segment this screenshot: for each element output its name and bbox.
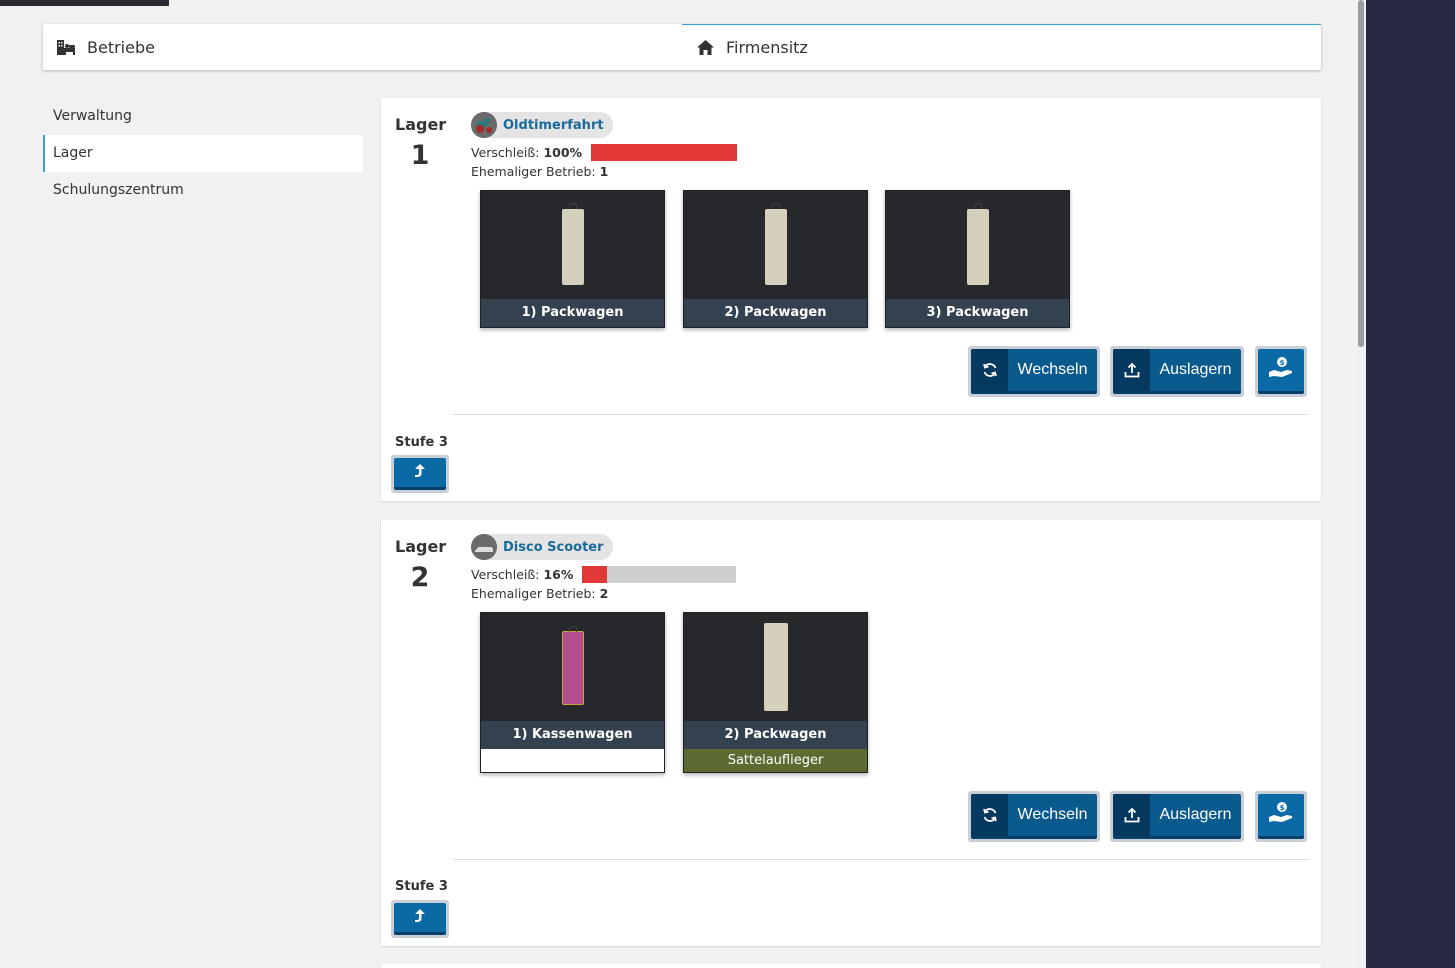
refresh-icon — [971, 349, 1008, 391]
lager-label: Lager — [395, 537, 447, 556]
wear-progress-bar — [582, 566, 737, 583]
unload-button-label: Auslagern — [1159, 361, 1232, 378]
business-badge[interactable]: Oldtimerfahrt — [471, 112, 613, 138]
vehicle-tile[interactable]: 1) Packwagen — [480, 190, 665, 328]
vehicle-image — [481, 613, 664, 721]
former-business-label: Ehemaliger Betrieb: — [471, 586, 596, 601]
tab-firmensitz[interactable]: Firmensitz — [682, 24, 1321, 70]
switch-button-label: Wechseln — [1017, 361, 1088, 378]
vehicle-label: 1) Kassenwagen — [481, 721, 664, 749]
wear-value: 16% — [543, 567, 574, 582]
business-name: Disco Scooter — [503, 539, 604, 555]
vehicle-image — [684, 613, 867, 721]
scrollbar-thumb[interactable] — [1358, 0, 1364, 347]
former-business-row: Ehemaliger Betrieb: 2 — [471, 586, 608, 601]
vehicle-image — [886, 191, 1069, 299]
former-business-label: Ehemaliger Betrieb: — [471, 164, 596, 179]
business-name: Oldtimerfahrt — [503, 117, 604, 133]
svg-text:$: $ — [1280, 804, 1285, 812]
trailer-icon — [764, 203, 787, 285]
vehicle-label: 2) Packwagen — [684, 299, 867, 327]
svg-text:$: $ — [1280, 359, 1285, 367]
unload-button-label: Auslagern — [1159, 806, 1232, 823]
building-bed-icon — [57, 39, 75, 55]
wear-label: Verschleiß: — [471, 145, 540, 160]
section-divider — [453, 414, 1308, 415]
wear-row: Verschleiß: 100% — [471, 144, 738, 161]
switch-button[interactable]: Wechseln — [968, 791, 1100, 842]
unload-button[interactable]: Auslagern — [1110, 791, 1244, 842]
lager-card: Lager 1 Oldtimerfahrt Verschleiß: 100% E… — [381, 98, 1321, 501]
sell-button[interactable]: $ — [1255, 346, 1307, 397]
arrow-up-icon — [414, 908, 426, 928]
vehicle-tile[interactable]: 2) Packwagen — [683, 190, 868, 328]
sidebar: Verwaltung Lager Schulungszentrum — [43, 98, 363, 209]
tab-label: Betriebe — [87, 37, 155, 57]
vehicle-extra — [481, 749, 664, 772]
level-label: Stufe 3 — [395, 879, 448, 894]
vehicle-tile[interactable]: 2) Packwagen Sattelauflieger — [683, 612, 868, 773]
wear-progress-bar — [591, 144, 738, 161]
vehicle-extra: Sattelauflieger — [684, 749, 867, 772]
top-dark-strip — [0, 0, 169, 6]
lager-card: Lager 2 Disco Scooter Verschleiß: 16% Eh… — [381, 520, 1321, 946]
wear-label: Verschleiß: — [471, 567, 540, 582]
level-label: Stufe 3 — [395, 435, 448, 450]
business-badge[interactable]: Disco Scooter — [471, 534, 613, 560]
vehicle-image — [684, 191, 867, 299]
upload-tray-icon — [1113, 349, 1150, 391]
tab-betriebe[interactable]: Betriebe — [43, 24, 682, 70]
section-divider — [453, 859, 1308, 860]
upload-tray-icon — [1113, 794, 1150, 836]
trailer-icon — [966, 203, 989, 285]
vehicle-tile[interactable]: 3) Packwagen — [885, 190, 1070, 328]
refresh-icon — [971, 794, 1008, 836]
lager-label: Lager — [395, 115, 447, 134]
lager-number: 2 — [410, 562, 430, 593]
lager-card-partial — [381, 964, 1321, 968]
wear-progress-fill — [591, 144, 738, 161]
former-business-value: 1 — [599, 164, 609, 179]
trailer-icon — [561, 626, 584, 705]
hand-coin-icon: $ — [1268, 356, 1294, 384]
unload-button[interactable]: Auslagern — [1110, 346, 1244, 397]
wear-row: Verschleiß: 16% — [471, 566, 737, 583]
upgrade-button[interactable] — [391, 455, 449, 493]
scooter-icon — [471, 534, 497, 560]
switch-button-label: Wechseln — [1017, 806, 1088, 823]
vehicle-label: 2) Packwagen — [684, 721, 867, 749]
vehicle-label: 1) Packwagen — [481, 299, 664, 327]
trailer-icon — [561, 203, 584, 285]
vehicle-label: 3) Packwagen — [886, 299, 1069, 327]
tab-label: Firmensitz — [726, 38, 808, 57]
vehicle-tile[interactable]: 1) Kassenwagen — [480, 612, 665, 773]
trailer-icon — [763, 623, 788, 711]
sidebar-item-schulungszentrum[interactable]: Schulungszentrum — [43, 172, 363, 209]
sidebar-item-verwaltung[interactable]: Verwaltung — [43, 98, 363, 135]
lager-number: 1 — [410, 140, 430, 171]
tractor-icon — [471, 112, 497, 138]
top-tabs: Betriebe Firmensitz — [43, 24, 1321, 70]
vehicle-image — [481, 191, 664, 299]
sell-button[interactable]: $ — [1255, 791, 1307, 842]
wear-value: 100% — [543, 145, 583, 160]
upgrade-button[interactable] — [391, 900, 449, 938]
hand-coin-icon: $ — [1268, 801, 1294, 829]
arrow-up-icon — [414, 463, 426, 483]
switch-button[interactable]: Wechseln — [968, 346, 1100, 397]
former-business-row: Ehemaliger Betrieb: 1 — [471, 164, 608, 179]
wear-progress-fill — [582, 566, 607, 583]
right-side-panel — [1366, 0, 1455, 968]
former-business-value: 2 — [599, 586, 609, 601]
home-icon — [696, 40, 714, 56]
sidebar-item-lager[interactable]: Lager — [43, 135, 363, 172]
